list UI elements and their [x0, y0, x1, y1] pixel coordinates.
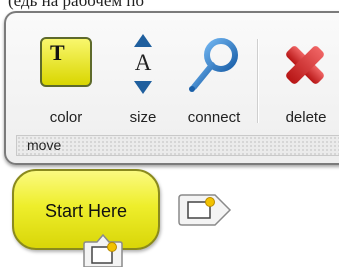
add-node-below-icon — [83, 233, 123, 267]
start-node-label: Start Here — [44, 201, 128, 221]
connect-label: connect — [187, 109, 241, 126]
size-button[interactable]: A size — [114, 25, 172, 130]
connect-button[interactable]: connect — [174, 25, 254, 130]
font-size-icon: A — [114, 31, 172, 97]
delete-button[interactable]: delete — [268, 25, 339, 130]
text-color-glyph: T — [50, 40, 65, 65]
add-node-right-button[interactable] — [177, 192, 233, 228]
cropped-caption-text: (едь на рабочем по — [8, 0, 144, 10]
font-size-glyph: A — [134, 50, 152, 75]
color-label: color — [49, 109, 83, 126]
add-node-right-icon — [178, 194, 232, 226]
move-handle[interactable]: move — [16, 135, 339, 156]
color-button[interactable]: T color — [26, 25, 106, 130]
move-label: move — [27, 137, 62, 153]
node-toolbar: T color A size connect delete move — [4, 11, 339, 165]
size-label: size — [129, 109, 157, 126]
connect-icon — [174, 31, 254, 97]
toolbar-divider — [257, 39, 258, 123]
mindmap-editor: (едь на рабочем по T color A size connec… — [0, 0, 339, 267]
add-node-below-button[interactable] — [83, 233, 123, 267]
delete-label: delete — [285, 109, 327, 126]
text-color-icon: T — [40, 37, 92, 87]
delete-x-icon — [268, 31, 339, 97]
